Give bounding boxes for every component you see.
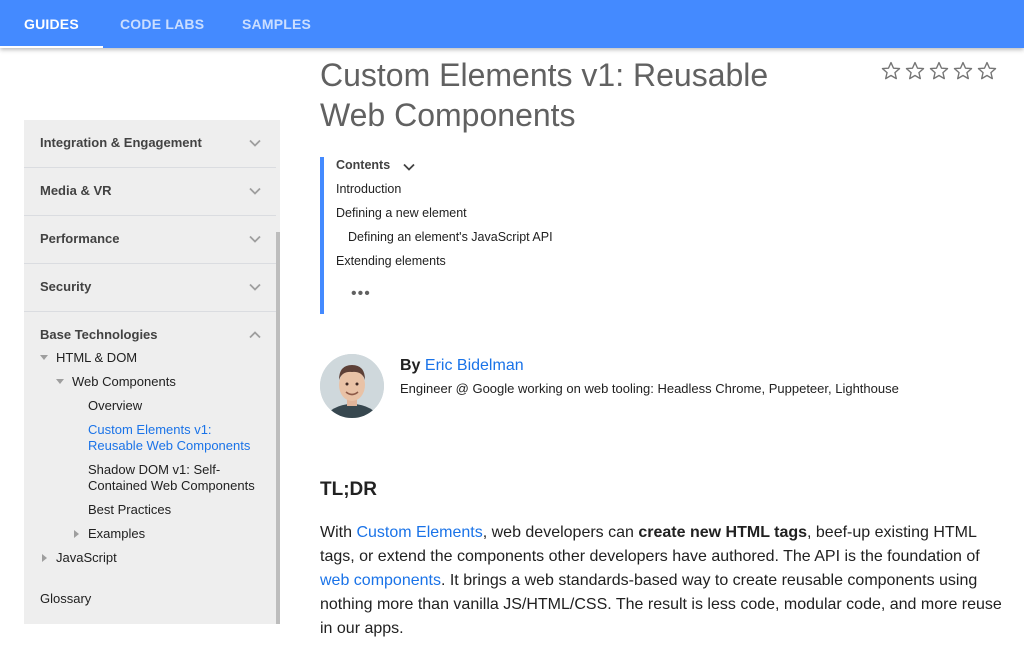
top-nav-bar: GUIDES CODE LABS SAMPLES — [0, 0, 1024, 48]
page-title-line: Custom Elements v1: Reusable — [320, 57, 769, 93]
toc-header[interactable]: Contents — [336, 158, 390, 172]
tab-code-labs[interactable]: CODE LABS — [96, 0, 228, 48]
chevron-down-icon[interactable] — [402, 160, 416, 174]
author-bio: Engineer @ Google working on web tooling… — [400, 381, 899, 396]
sidebar-item-overview[interactable]: Overview — [88, 398, 142, 414]
star-outline-icon[interactable] — [928, 60, 950, 82]
sidebar-section-label: Base Technologies — [40, 327, 158, 342]
custom-elements-link[interactable]: Custom Elements — [356, 524, 482, 541]
sidebar-item-glossary[interactable]: Glossary — [40, 591, 91, 607]
author-link[interactable]: Eric Bidelman — [425, 357, 524, 374]
sidebar-section-label: Integration & Engagement — [40, 135, 202, 150]
paragraph-text: , web developers can — [482, 524, 639, 541]
chevron-down-icon[interactable] — [248, 184, 262, 198]
star-outline-icon[interactable] — [976, 60, 998, 82]
chevron-down-icon[interactable] — [248, 280, 262, 294]
tab-samples[interactable]: SAMPLES — [218, 0, 335, 48]
sidebar-item-javascript[interactable]: JavaScript — [56, 550, 117, 566]
expand-arrow-icon[interactable] — [42, 554, 47, 562]
sidebar-section-security[interactable]: Security — [24, 264, 276, 312]
star-outline-icon[interactable] — [952, 60, 974, 82]
author-byline: By Eric Bidelman — [400, 357, 524, 375]
sidebar-item-label: Custom Elements v1: — [88, 422, 212, 437]
intro-paragraph: With Custom Elements, web developers can… — [320, 521, 1006, 641]
sidebar-item-shadow-dom[interactable]: Shadow DOM v1: Self- Contained Web Compo… — [88, 462, 255, 494]
table-of-contents: Contents Introduction Defining a new ele… — [320, 157, 720, 314]
toc-link-defining-element[interactable]: Defining a new element — [336, 206, 467, 220]
star-outline-icon[interactable] — [904, 60, 926, 82]
chevron-up-icon[interactable] — [248, 328, 262, 342]
sidebar-item-examples[interactable]: Examples — [88, 526, 145, 542]
expand-arrow-icon[interactable] — [74, 530, 79, 538]
sidebar-item-label: Shadow DOM v1: Self- — [88, 462, 221, 477]
author-photo-icon — [320, 354, 384, 418]
toc-link-extending-elements[interactable]: Extending elements — [336, 254, 446, 268]
toc-link-introduction[interactable]: Introduction — [336, 182, 401, 196]
avatar — [320, 354, 384, 418]
expand-arrow-icon[interactable] — [40, 355, 48, 360]
sidebar-item-html-dom[interactable]: HTML & DOM — [56, 350, 137, 366]
sidebar-section-label: Performance — [40, 231, 120, 246]
star-rating — [880, 60, 1000, 82]
page-title-line: Web Components — [320, 97, 576, 133]
star-outline-icon[interactable] — [880, 60, 902, 82]
sidebar-item-label: Reusable Web Components — [88, 438, 251, 453]
chevron-down-icon[interactable] — [248, 136, 262, 150]
paragraph-text: With — [320, 524, 357, 541]
sidebar-section-integration[interactable]: Integration & Engagement — [24, 120, 276, 168]
sidebar-item-custom-elements[interactable]: Custom Elements v1: Reusable Web Compone… — [88, 422, 250, 454]
sidebar-section-label: Media & VR — [40, 183, 112, 198]
paragraph-bold-text: create new HTML tags — [638, 524, 808, 541]
sidebar-section-media-vr[interactable]: Media & VR — [24, 168, 276, 216]
chevron-down-icon[interactable] — [248, 232, 262, 246]
expand-arrow-icon[interactable] — [56, 379, 64, 384]
sidebar-item-label: Contained Web Components — [88, 478, 255, 493]
byline-prefix: By — [400, 357, 421, 374]
page-title: Custom Elements v1: Reusable Web Compone… — [320, 55, 840, 135]
web-components-link[interactable]: web components — [320, 572, 441, 589]
sidebar-item-web-components[interactable]: Web Components — [72, 374, 176, 390]
more-icon[interactable]: ••• — [351, 286, 371, 302]
toc-link-javascript-api[interactable]: Defining an element's JavaScript API — [348, 230, 553, 244]
section-heading-tldr: TL;DR — [320, 479, 377, 500]
tab-guides[interactable]: GUIDES — [0, 0, 103, 48]
sidebar-nav: Integration & Engagement Media & VR Perf… — [24, 120, 280, 624]
sidebar-item-best-practices[interactable]: Best Practices — [88, 502, 171, 518]
sidebar-section-label: Security — [40, 279, 92, 294]
sidebar-scrollbar[interactable] — [276, 232, 280, 624]
sidebar-section-performance[interactable]: Performance — [24, 216, 276, 264]
